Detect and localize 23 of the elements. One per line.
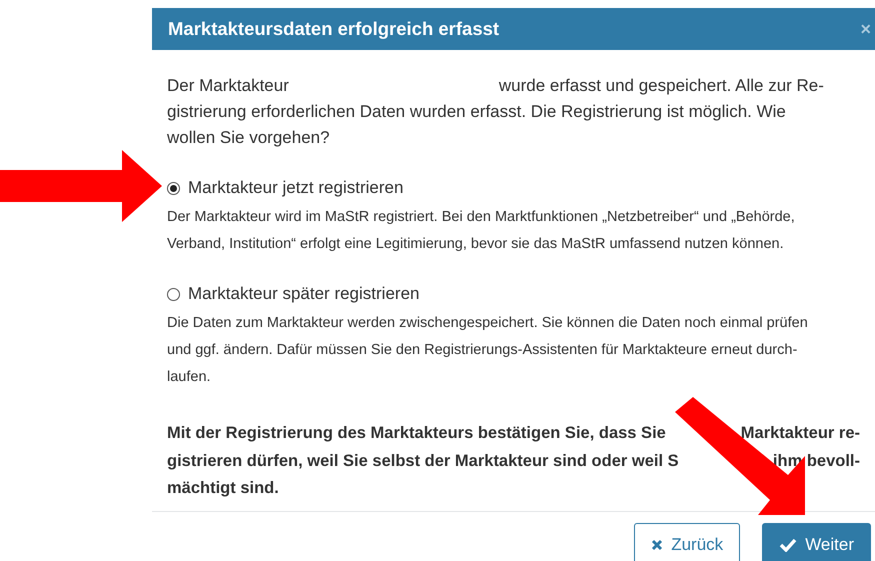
- intro-text: wollen Sie vorgehen?: [167, 128, 330, 148]
- intro-text: Der Marktakteur: [167, 76, 289, 96]
- option-description: Der Marktakteur wird im MaStR registriert. Bei den Marktfunktionen „Netzbetreiber“ und „Behörde,: [167, 208, 795, 224]
- radio-button[interactable]: [167, 182, 180, 194]
- confirmation-text: Mit der Registrierung des Marktakteurs bestätigen Sie, dass Sie: [167, 424, 666, 444]
- option-description: Verband, Institution“ erfolgt eine Legitimierung, bevor sie das MaStR umfassend nutzen können.: [167, 236, 784, 252]
- option-description: Die Daten zum Marktakteur werden zwischengespeichert. Sie können die Daten noch einmal prüfen: [167, 314, 808, 330]
- close-button[interactable]: ×: [860, 18, 871, 40]
- radio-button[interactable]: [167, 288, 180, 300]
- confirmation-text: Marktakteur re-: [740, 424, 860, 444]
- radio-option[interactable]: Marktakteur jetzt registrieren: [167, 173, 860, 203]
- intro-text: gistrierung erforderlichen Daten wurden erfasst. Die Registrierung ist möglich. Wie: [167, 102, 786, 122]
- back-button[interactable]: Zurück: [634, 523, 740, 561]
- intro-text: wurde erfasst und gespeichert. Alle zur Re-: [498, 76, 824, 96]
- confirmation-text: mächtigt sind.: [167, 479, 279, 498]
- option-description: und ggf. ändern. Dafür müssen Sie den Registrierungs-Assistenten für Marktakteure erneut durch-: [167, 342, 798, 358]
- close-icon: [651, 539, 664, 551]
- confirmation-text: gistrieren dürfen, weil Sie selbst der Marktakteur sind oder weil S: [167, 452, 679, 471]
- next-button[interactable]: Weiter: [762, 523, 871, 561]
- dialog-title: Marktakteursdaten erfolgreich erfasst: [168, 18, 500, 40]
- check-icon: [779, 538, 798, 552]
- radio-option[interactable]: Marktakteur später registrieren: [167, 279, 860, 309]
- option-description: laufen.: [167, 368, 211, 384]
